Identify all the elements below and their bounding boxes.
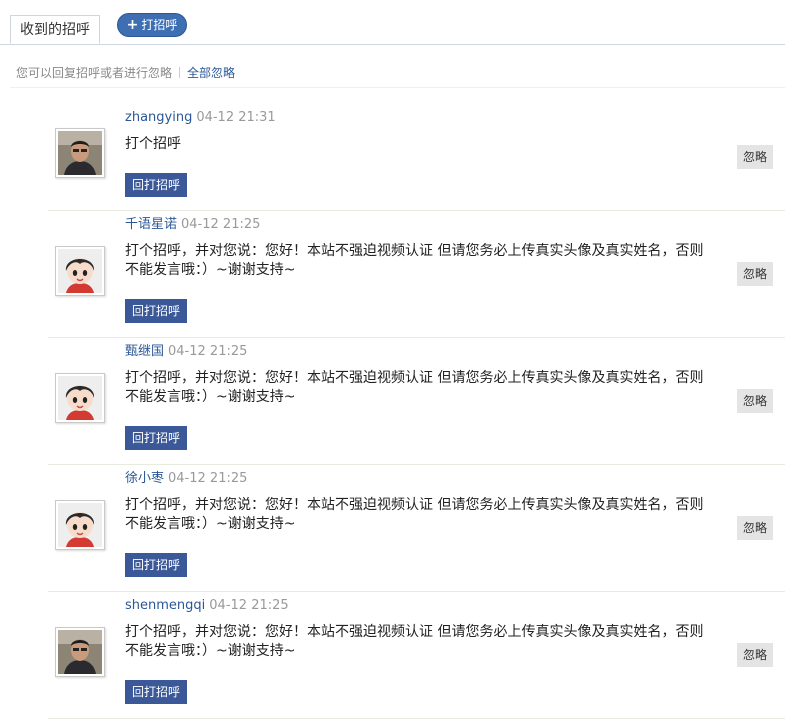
hint-text: 您可以回复招呼或者进行忽略 <box>16 66 173 80</box>
divider <box>10 87 785 88</box>
tab-received-greetings[interactable]: 收到的招呼 <box>10 15 100 44</box>
greet-button[interactable]: + 打招呼 <box>117 13 187 37</box>
divider <box>179 67 181 78</box>
avatar[interactable] <box>55 246 105 296</box>
ignore-all-link[interactable]: 全部忽略 <box>187 66 235 80</box>
ignore-button[interactable]: 忽略 <box>737 516 773 540</box>
reply-greet-button[interactable]: 回打招呼 <box>125 173 187 197</box>
sender-name[interactable]: shenmengqi <box>125 598 205 613</box>
greeting-item: 徐小枣 04-12 21:25 打个招呼，并对您说：您好！本站不强迫视频认证 但请您… <box>48 464 785 592</box>
timestamp: 04-12 21:25 <box>168 344 248 359</box>
name-line: 徐小枣 04-12 21:25 <box>125 471 247 487</box>
name-line: 千语星诺 04-12 21:25 <box>125 217 260 233</box>
greeting-item: 甄继国 04-12 21:25 打个招呼，并对您说：您好！本站不强迫视频认证 但请您… <box>48 337 785 465</box>
plus-icon: + <box>126 17 139 33</box>
greeting-item: zhangying 04-12 21:31 打个招呼回打招呼 忽略 <box>48 103 785 211</box>
greet-button-label: 打招呼 <box>141 18 178 32</box>
name-line: 甄继国 04-12 21:25 <box>125 344 247 360</box>
greeting-item: 千语星诺 04-12 21:25 打个招呼，并对您说：您好！本站不强迫视频认证 但请… <box>48 210 785 338</box>
timestamp: 04-12 21:25 <box>168 471 248 486</box>
tab-bar: 收到的招呼 + 打招呼 <box>0 0 785 45</box>
timestamp: 04-12 21:25 <box>181 217 261 232</box>
greeting-message: 打个招呼 <box>125 136 181 152</box>
timestamp: 04-12 21:25 <box>209 598 289 613</box>
reply-greet-button[interactable]: 回打招呼 <box>125 680 187 704</box>
sender-name[interactable]: 徐小枣 <box>125 471 164 486</box>
greeting-message: 打个招呼，并对您说：您好！本站不强迫视频认证 但请您务必上传真实头像及真实姓名，… <box>125 370 704 405</box>
name-line: shenmengqi 04-12 21:25 <box>125 598 289 614</box>
avatar[interactable] <box>55 128 105 178</box>
avatar[interactable] <box>55 373 105 423</box>
greeting-message: 打个招呼，并对您说：您好！本站不强迫视频认证 但请您务必上传真实头像及真实姓名，… <box>125 624 704 659</box>
greeting-message: 打个招呼，并对您说：您好！本站不强迫视频认证 但请您务必上传真实头像及真实姓名，… <box>125 243 704 278</box>
reply-greet-button[interactable]: 回打招呼 <box>125 426 187 450</box>
reply-greet-button[interactable]: 回打招呼 <box>125 553 187 577</box>
ignore-button[interactable]: 忽略 <box>737 643 773 667</box>
sender-name[interactable]: 甄继国 <box>125 344 164 359</box>
hint-bar: 您可以回复招呼或者进行忽略 全部忽略 <box>16 64 235 82</box>
avatar[interactable] <box>55 500 105 550</box>
greeting-message: 打个招呼，并对您说：您好！本站不强迫视频认证 但请您务必上传真实头像及真实姓名，… <box>125 497 704 532</box>
sender-name[interactable]: 千语星诺 <box>125 217 177 232</box>
avatar[interactable] <box>55 627 105 677</box>
sender-name[interactable]: zhangying <box>125 110 192 125</box>
ignore-button[interactable]: 忽略 <box>737 389 773 413</box>
ignore-button[interactable]: 忽略 <box>737 145 773 169</box>
timestamp: 04-12 21:31 <box>196 110 276 125</box>
ignore-button[interactable]: 忽略 <box>737 262 773 286</box>
greeting-item: shenmengqi 04-12 21:25 打个招呼，并对您说：您好！本站不强迫视… <box>48 591 785 719</box>
name-line: zhangying 04-12 21:31 <box>125 110 276 126</box>
reply-greet-button[interactable]: 回打招呼 <box>125 299 187 323</box>
